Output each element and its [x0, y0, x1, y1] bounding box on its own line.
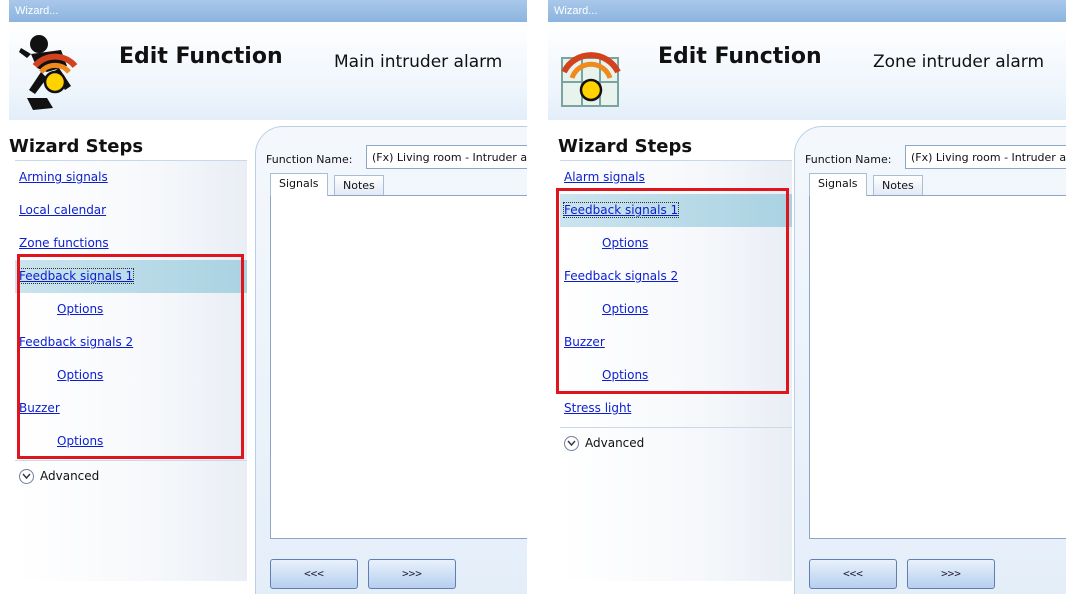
- step-buzzer[interactable]: Buzzer: [560, 326, 792, 359]
- step-feedback-signals-2[interactable]: Feedback signals 2: [15, 326, 247, 359]
- step-alarm-signals[interactable]: Alarm signals: [560, 161, 792, 194]
- wizard-window-main-intruder-alarm: Wizard... Edit Function Main intruder al…: [9, 0, 527, 594]
- page-subtitle: Main intruder alarm: [334, 52, 503, 72]
- step-feedback-2-options[interactable]: Options: [15, 359, 247, 392]
- chevron-down-icon: [19, 469, 34, 484]
- step-arming-signals[interactable]: Arming signals: [15, 161, 247, 194]
- previous-button[interactable]: <<<: [809, 559, 897, 589]
- main-content-area: Function Name: (Fx) Living room - Intrud…: [794, 126, 1066, 594]
- page-title: Edit Function: [119, 44, 283, 69]
- signals-tab-content: [270, 195, 527, 539]
- next-button[interactable]: >>>: [907, 559, 995, 589]
- advanced-expander[interactable]: Advanced: [15, 460, 247, 491]
- wizard-steps-sidebar: Alarm signals Feedback signals 1 Options…: [560, 160, 792, 581]
- advanced-label: Advanced: [585, 436, 645, 450]
- next-button[interactable]: >>>: [368, 559, 456, 589]
- page-title: Edit Function: [658, 44, 822, 69]
- advanced-label: Advanced: [40, 469, 100, 483]
- zone-intruder-alarm-icon: [556, 28, 628, 114]
- window-titlebar: Wizard...: [548, 0, 1066, 22]
- page-subtitle: Zone intruder alarm: [873, 52, 1045, 72]
- signals-tab-content: [809, 195, 1066, 539]
- step-stress-light[interactable]: Stress light: [560, 392, 792, 425]
- step-feedback-1-options[interactable]: Options: [15, 293, 247, 326]
- wizard-header: Edit Function Zone intruder alarm: [548, 22, 1066, 120]
- wizard-steps-title: Wizard Steps: [558, 136, 693, 157]
- step-local-calendar[interactable]: Local calendar: [15, 194, 247, 227]
- tab-notes[interactable]: Notes: [873, 175, 923, 196]
- function-name-label: Function Name:: [266, 153, 353, 166]
- previous-button[interactable]: <<<: [270, 559, 358, 589]
- step-buzzer-options[interactable]: Options: [15, 425, 247, 458]
- wizard-header: Edit Function Main intruder alarm: [9, 22, 527, 120]
- tab-signals[interactable]: Signals: [809, 173, 867, 196]
- main-intruder-alarm-icon: [17, 28, 89, 114]
- window-titlebar: Wizard...: [9, 0, 527, 22]
- main-content-area: Function Name: (Fx) Living room - Intrud…: [255, 126, 527, 594]
- chevron-down-icon: [564, 436, 579, 451]
- step-feedback-signals-2[interactable]: Feedback signals 2: [560, 260, 792, 293]
- wizard-steps-sidebar: Arming signals Local calendar Zone funct…: [15, 160, 247, 581]
- wizard-window-zone-intruder-alarm: Wizard... Edit Function Zone intruder al…: [548, 0, 1066, 594]
- wizard-steps-title: Wizard Steps: [9, 136, 144, 157]
- step-feedback-signals-1[interactable]: Feedback signals 1: [15, 260, 247, 293]
- tab-signals[interactable]: Signals: [270, 173, 328, 196]
- advanced-expander[interactable]: Advanced: [560, 427, 792, 458]
- step-feedback-2-options[interactable]: Options: [560, 293, 792, 326]
- function-name-label: Function Name:: [805, 153, 892, 166]
- step-buzzer-options[interactable]: Options: [560, 359, 792, 392]
- step-zone-functions[interactable]: Zone functions: [15, 227, 247, 260]
- step-feedback-1-options[interactable]: Options: [560, 227, 792, 260]
- step-buzzer[interactable]: Buzzer: [15, 392, 247, 425]
- step-feedback-signals-1[interactable]: Feedback signals 1: [560, 194, 792, 227]
- function-name-field[interactable]: (Fx) Living room - Intruder alarm: [366, 145, 527, 169]
- function-name-field[interactable]: (Fx) Living room - Intruder alarm: [905, 145, 1066, 169]
- tab-notes[interactable]: Notes: [334, 175, 384, 196]
